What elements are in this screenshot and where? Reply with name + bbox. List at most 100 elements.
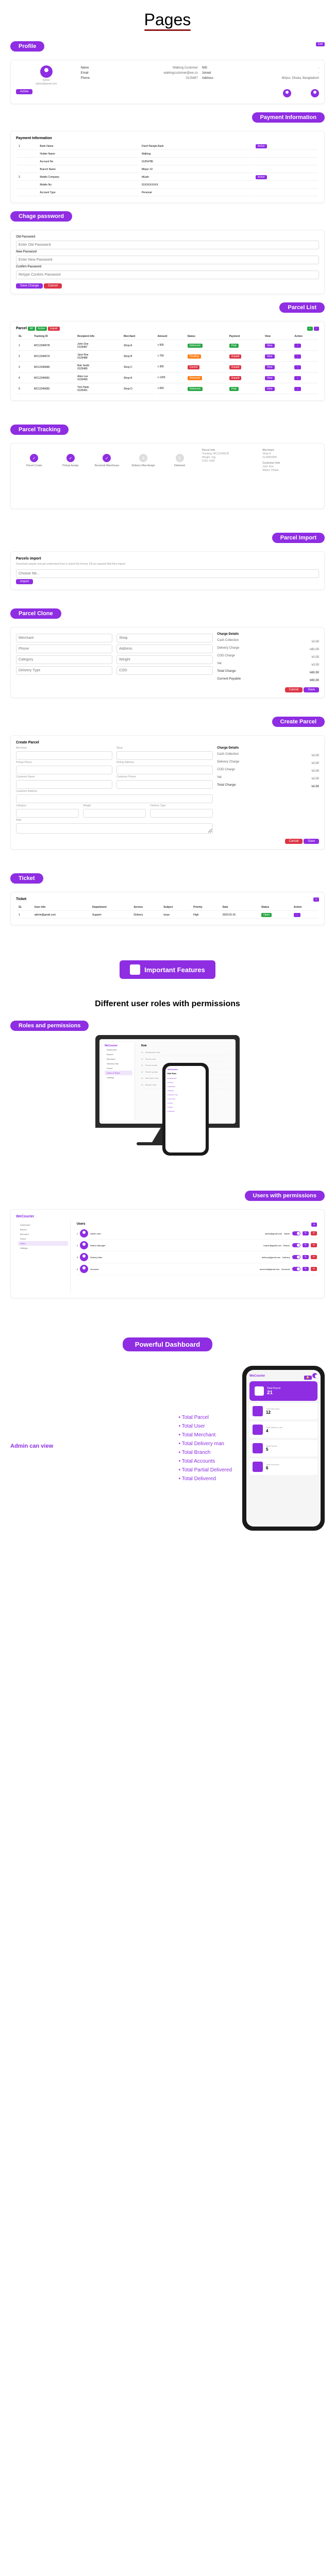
charge-title: Charge Details xyxy=(217,633,319,636)
new-pw-input[interactable] xyxy=(16,256,319,264)
parcel-table: SLTracking IDRecipient InfoMerchantAmoun… xyxy=(16,332,319,395)
clone-panel: Charge Details Cash Collection৳0.00 Deli… xyxy=(10,627,325,698)
cancel-pw-button[interactable]: Cancel xyxy=(44,283,62,289)
filter-1[interactable]: All xyxy=(28,327,35,331)
cp-save[interactable]: Save xyxy=(304,839,319,844)
payment-title: Payment Information xyxy=(16,137,319,140)
confirm-pw-input[interactable] xyxy=(16,270,319,279)
old-pw-input[interactable] xyxy=(16,241,319,249)
edit-badge[interactable]: Edit xyxy=(316,42,325,46)
pay-status-1: Active xyxy=(256,144,267,148)
user-edit[interactable]: ✎ xyxy=(303,1243,309,1247)
import-button[interactable]: Import xyxy=(16,579,33,584)
action-btn[interactable]: ⋮ xyxy=(294,344,301,348)
table-row: 5WC12345682Tom Hank0125491Shop D৳ 650Del… xyxy=(17,384,318,394)
cp-cat[interactable] xyxy=(16,809,79,818)
action-btn[interactable]: ⋮ xyxy=(294,387,301,391)
ticket-title: Ticket xyxy=(16,897,26,901)
email-label: Email xyxy=(81,72,89,75)
cp-merchant[interactable] xyxy=(16,751,112,760)
table-row: 4WC12345681Alice Lee0125490Shop A৳ 1200R… xyxy=(17,374,318,383)
cp-shop[interactable] xyxy=(116,751,213,760)
user-del[interactable]: ✕ xyxy=(311,1231,317,1235)
status-btn[interactable]: Active xyxy=(16,89,32,94)
dash-card: Total Merchant12 xyxy=(249,1403,317,1419)
table-row: 2WC12345679Jane Roe0125488Shop B৳ 750Pen… xyxy=(17,352,318,362)
roles-header: Roles and permissions xyxy=(10,1021,89,1031)
old-pw-label: Old Password xyxy=(16,235,319,239)
users-perm-panel: WeCourier Dashboard Branch Merchant Parc… xyxy=(10,1209,325,1298)
user-edit[interactable]: ✎ xyxy=(303,1267,309,1271)
clone-header: Parcel Clone xyxy=(10,608,61,619)
import-desc: Download sample and get understand how t… xyxy=(16,563,319,566)
nid-label: NID xyxy=(202,66,207,70)
dash-card: Total branch5 xyxy=(249,1440,317,1456)
user-del[interactable]: ✕ xyxy=(311,1267,317,1271)
dash-card: Total accounts6 xyxy=(249,1459,317,1475)
clone-save[interactable]: Save xyxy=(304,687,319,692)
view-btn[interactable]: View xyxy=(265,387,275,391)
clone-weight[interactable] xyxy=(116,655,213,664)
cp-phone[interactable] xyxy=(16,766,112,774)
dashboard-phone: WeCourier 🔔 Total Parcel 21 Total Mercha… xyxy=(242,1366,325,1531)
user-row: 3Delivery Mandelivery@gmail.comDelivery✎… xyxy=(77,1251,317,1263)
view-btn[interactable]: View xyxy=(265,365,275,369)
clone-type[interactable] xyxy=(16,666,112,675)
user-toggle[interactable] xyxy=(292,1267,300,1271)
user-del[interactable]: ✕ xyxy=(311,1255,317,1259)
view-btn[interactable]: View xyxy=(265,354,275,359)
table-row: 1WC12345678John Doe0125487Shop A৳ 500Del… xyxy=(17,341,318,351)
clone-phone[interactable] xyxy=(16,645,112,653)
cp-weight[interactable] xyxy=(83,809,146,818)
user-toggle[interactable] xyxy=(292,1255,300,1259)
action-btn[interactable]: ⋮ xyxy=(294,376,301,380)
clone-addr[interactable] xyxy=(116,645,213,653)
save-pw-button[interactable]: Save Change xyxy=(16,283,43,289)
step-icon: 4 xyxy=(139,454,147,462)
filter-3[interactable]: Export xyxy=(48,327,59,331)
file-input[interactable] xyxy=(16,569,319,578)
mini-avatar-1 xyxy=(283,89,291,97)
step-icon: ✓ xyxy=(103,454,111,462)
user-toggle[interactable] xyxy=(292,1243,300,1247)
ticket-table: SLUser InfoDepartmentServiceSubjectPrior… xyxy=(16,903,319,920)
clone-merchant[interactable] xyxy=(16,634,112,642)
ticket-action[interactable]: ⋮ xyxy=(294,913,300,917)
features-badge: Important Features xyxy=(120,960,215,979)
cp-addr[interactable] xyxy=(116,766,213,774)
users-content: Users + 1Admin Useradmin@gmail.comAdmin✎… xyxy=(75,1221,319,1293)
cp-caddr[interactable] xyxy=(16,794,213,803)
clone-cancel[interactable]: Cancel xyxy=(285,687,303,692)
action-btn[interactable]: ⋮ xyxy=(294,365,301,369)
payment-panel: Payment Information 1Bank NameDutch Bang… xyxy=(10,131,325,203)
addr-value: Mirpur, Dhaka, Bangladesh xyxy=(282,77,319,80)
user-del[interactable]: ✕ xyxy=(311,1243,317,1247)
step-icon: ✓ xyxy=(66,454,75,462)
cp-cancel[interactable]: Cancel xyxy=(285,839,303,844)
customer-info-title: Customer Info xyxy=(262,462,319,465)
add-ticket[interactable]: + xyxy=(313,897,319,902)
user-edit[interactable]: ✎ xyxy=(303,1255,309,1259)
clone-cod[interactable] xyxy=(116,666,213,675)
cp-cname[interactable] xyxy=(16,780,112,789)
addr-label: Address xyxy=(202,77,213,80)
user-toggle[interactable] xyxy=(292,1231,300,1235)
clone-cat[interactable] xyxy=(16,655,112,664)
cp-cphone[interactable] xyxy=(116,780,213,789)
cp-note[interactable] xyxy=(16,823,213,834)
clone-shop[interactable] xyxy=(116,634,213,642)
new-pw-label: New Password xyxy=(16,250,319,253)
create-panel: Create Parcel Merchant Shop Pickup Phone… xyxy=(10,735,325,850)
users-add[interactable]: + xyxy=(311,1223,317,1227)
view-btn[interactable]: View xyxy=(265,376,275,380)
user-edit[interactable]: ✎ xyxy=(303,1231,309,1235)
accounts-icon xyxy=(253,1462,263,1472)
import-title: Parcels import xyxy=(16,557,319,561)
users-perm-header: Users with permissions xyxy=(245,1191,325,1201)
cp-dtype[interactable] xyxy=(150,809,213,818)
action-btn[interactable]: ⋮ xyxy=(294,354,301,359)
view-btn[interactable]: View xyxy=(265,344,275,348)
filter-2[interactable]: Active xyxy=(36,327,47,331)
add-parcel[interactable]: + xyxy=(307,327,313,331)
import-parcel[interactable]: ↑ xyxy=(314,327,320,331)
